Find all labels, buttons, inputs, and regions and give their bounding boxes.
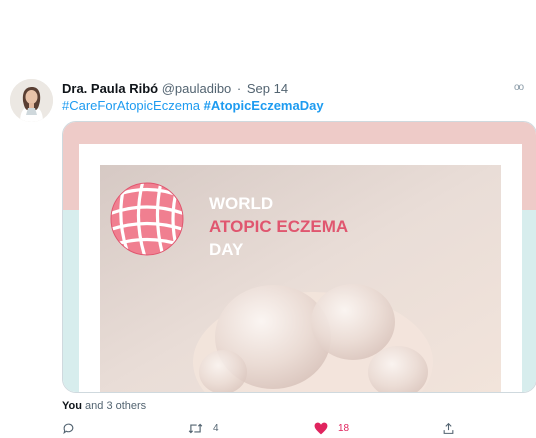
tweet-date[interactable]: Sep 14 — [247, 81, 288, 96]
like-button[interactable]: 18 — [314, 420, 349, 436]
tweet-page: Dra. Paula Ribó @pauladibo · Sep 14 oo #… — [0, 0, 536, 438]
retweet-icon — [188, 422, 203, 435]
poster-title-line1: WORLD — [209, 194, 273, 213]
tweet-text: #CareForAtopicEczema #AtopicEczemaDay — [62, 97, 324, 114]
likes-summary[interactable]: You and 3 others — [62, 400, 146, 412]
tweet-media-image[interactable]: WORLD ATOPIC ECZEMA DAY — [62, 121, 536, 393]
likes-others: and 3 others — [85, 400, 147, 412]
share-icon — [442, 422, 455, 435]
share-button[interactable] — [442, 420, 455, 436]
heart-icon — [314, 422, 328, 435]
avatar[interactable] — [10, 79, 53, 122]
more-icon[interactable]: oo — [514, 82, 524, 93]
poster-title-line3: DAY — [209, 240, 244, 259]
hashtag-atopic-eczema-day[interactable]: #AtopicEczemaDay — [204, 98, 324, 113]
reply-icon — [62, 422, 75, 435]
reply-button[interactable] — [62, 420, 75, 436]
tweet-header: Dra. Paula Ribó @pauladibo · Sep 14 — [62, 80, 288, 97]
poster-title-line2: ATOPIC ECZEMA — [209, 217, 348, 236]
like-count: 18 — [338, 422, 350, 434]
author-name[interactable]: Dra. Paula Ribó — [62, 81, 158, 96]
retweet-button[interactable]: 4 — [188, 420, 219, 436]
retweet-count: 4 — [213, 422, 219, 434]
author-handle[interactable]: @pauladibo — [162, 81, 232, 96]
header-separator: · — [236, 81, 242, 96]
likes-you: You — [62, 400, 82, 412]
hashtag-care-for-atopic-eczema[interactable]: #CareForAtopicEczema — [62, 98, 200, 113]
